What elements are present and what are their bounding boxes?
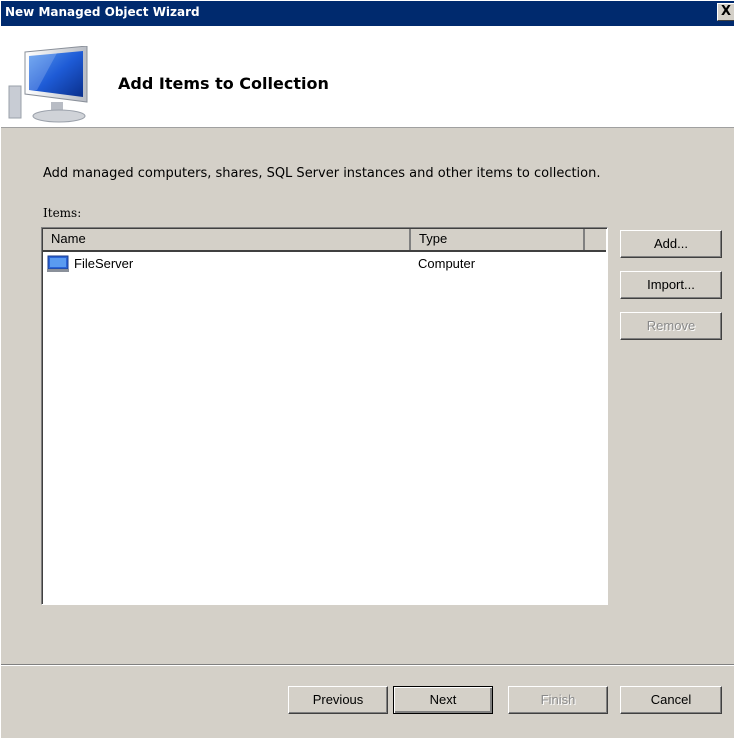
list-header: Name Type bbox=[43, 229, 606, 252]
wizard-header: Add Items to Collection bbox=[1, 26, 734, 128]
column-header-name[interactable]: Name bbox=[43, 229, 411, 250]
remove-button[interactable]: Remove bbox=[620, 312, 722, 340]
item-name: FileServer bbox=[74, 256, 134, 271]
page-description: Add managed computers, shares, SQL Serve… bbox=[43, 166, 601, 181]
wizard-window: New Managed Object Wizard X Add Items to… bbox=[0, 0, 734, 738]
close-button[interactable]: X bbox=[717, 3, 734, 21]
computer-monitor-icon bbox=[8, 46, 88, 123]
page-title: Add Items to Collection bbox=[118, 74, 329, 93]
items-label: Items: bbox=[43, 206, 82, 220]
cancel-button[interactable]: Cancel bbox=[620, 686, 722, 714]
computer-icon bbox=[47, 255, 69, 272]
window-title: New Managed Object Wizard bbox=[5, 5, 200, 19]
title-bar: New Managed Object Wizard X bbox=[1, 1, 734, 26]
finish-button[interactable]: Finish bbox=[508, 686, 608, 714]
import-button[interactable]: Import... bbox=[620, 271, 722, 299]
column-header-type[interactable]: Type bbox=[411, 229, 585, 250]
list-item[interactable]: FileServer Computer bbox=[46, 255, 606, 275]
footer-separator bbox=[1, 664, 734, 666]
items-list[interactable]: Name Type FileServer Computer bbox=[41, 227, 608, 605]
add-button[interactable]: Add... bbox=[620, 230, 722, 258]
previous-button[interactable]: Previous bbox=[288, 686, 388, 714]
next-button[interactable]: Next bbox=[393, 686, 493, 714]
item-type: Computer bbox=[418, 256, 476, 271]
